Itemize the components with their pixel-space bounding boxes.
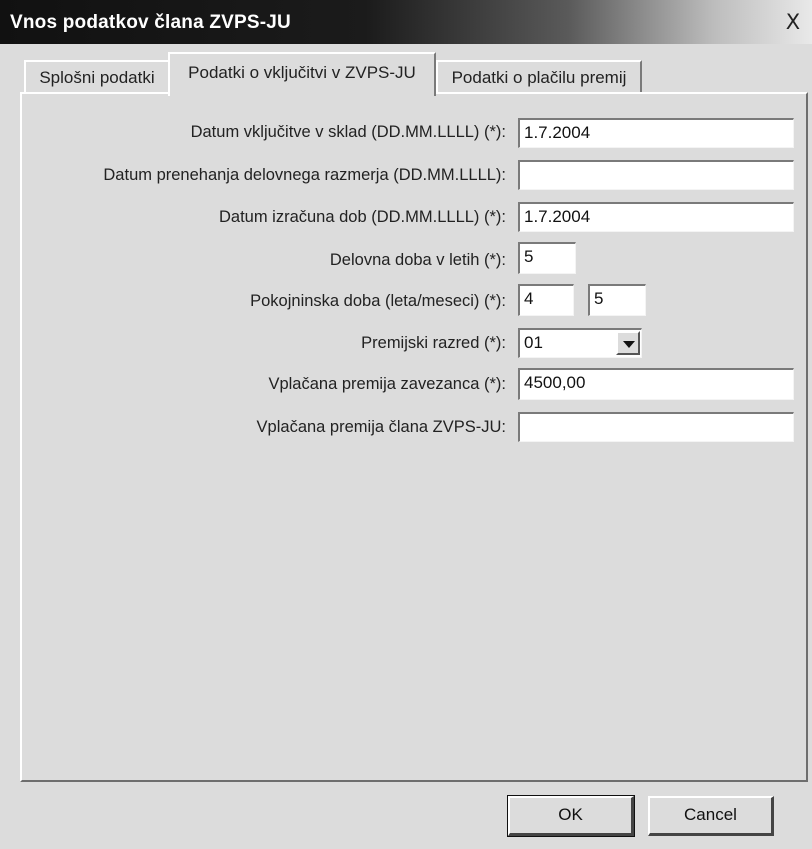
termination-date-input[interactable] xyxy=(518,160,794,190)
cancel-button[interactable]: Cancel xyxy=(648,796,774,836)
calculation-date-label: Datum izračuna dob (DD.MM.LLLL) (*): xyxy=(218,208,506,226)
ok-button[interactable]: OK xyxy=(507,795,635,837)
pension-months-input[interactable]: 5 xyxy=(588,284,646,316)
close-icon[interactable]: X xyxy=(778,8,808,36)
service-years-input[interactable]: 5 xyxy=(518,242,576,274)
window-title: Vnos podatkov člana ZVPS-JU xyxy=(10,12,291,33)
member-premium-label: Vplačana premija člana ZVPS-JU: xyxy=(256,418,506,436)
inclusion-date-label: Datum vključitve v sklad (DD.MM.LLLL) (*… xyxy=(190,123,506,141)
insured-premium-input[interactable]: 4500,00 xyxy=(518,368,794,400)
insured-premium-label: Vplačana premija zavezanca (*): xyxy=(268,375,506,393)
premium-class-select[interactable]: 01 xyxy=(518,328,642,358)
inclusion-date-input[interactable]: 1.7.2004 xyxy=(518,118,794,148)
dialog-window: Vnos podatkov člana ZVPS-JU X Splošni po… xyxy=(0,0,812,849)
member-premium-input[interactable] xyxy=(518,412,794,442)
tab-premium-payment[interactable]: Podatki o plačilu premij xyxy=(436,60,642,93)
tab-inclusion-data[interactable]: Podatki o vključitvi v ZVPS-JU xyxy=(168,52,436,96)
premium-class-value: 01 xyxy=(524,333,543,352)
pension-years-input[interactable]: 4 xyxy=(518,284,574,316)
tab-general-data[interactable]: Splošni podatki xyxy=(24,60,170,93)
pension-period-label: Pokojninska doba (leta/meseci) (*): xyxy=(250,292,506,310)
termination-date-label: Datum prenehanja delovnega razmerja (DD.… xyxy=(103,166,506,184)
service-years-label: Delovna doba v letih (*): xyxy=(329,251,506,269)
tab-panel: Datum vključitve v sklad (DD.MM.LLLL) (*… xyxy=(20,92,808,782)
calculation-date-input[interactable]: 1.7.2004 xyxy=(518,202,794,232)
premium-class-label: Premijski razred (*): xyxy=(361,334,506,352)
chevron-down-icon[interactable] xyxy=(616,331,640,355)
title-bar[interactable]: Vnos podatkov člana ZVPS-JU X xyxy=(0,0,812,44)
